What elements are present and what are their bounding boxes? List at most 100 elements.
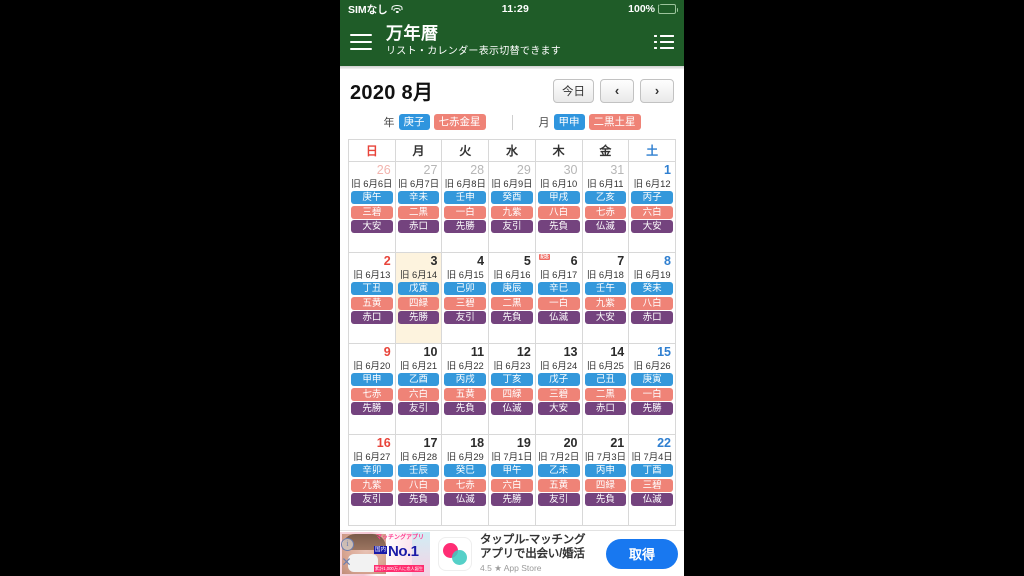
month-kanshi-chip[interactable]: 甲申 [553,114,585,131]
rokuyo-chip[interactable]: 大安 [584,311,627,325]
kanshi-chip[interactable]: 戊寅 [397,282,440,296]
kyusei-chip[interactable]: 六白 [397,387,440,401]
kanshi-chip[interactable]: 甲午 [491,464,533,478]
kanshi-chip[interactable]: 庚午 [351,191,393,205]
list-view-icon[interactable] [654,34,674,50]
kyusei-chip[interactable]: 六白 [631,205,673,219]
rokuyo-chip[interactable]: 仏滅 [631,493,673,507]
calendar-day-cell[interactable]: 19 旧 7月1日 甲午 六白 先勝 [488,434,536,527]
kyusei-chip[interactable]: 八白 [397,478,440,492]
year-kanshi-chip[interactable]: 庚子 [398,114,430,131]
calendar-day-cell[interactable]: 3旧 6月14 戊寅 四緑 先勝 [394,252,443,345]
calendar-day-cell[interactable]: 7旧 6月18 壬午 九紫 大安 [581,252,630,345]
calendar-day-cell[interactable]: 21 旧 7月3日 丙申 四緑 先負 [581,434,630,527]
calendar-day-cell[interactable]: 15 旧 6月26 庚寅 一白 先勝 [628,343,676,436]
rokuyo-chip[interactable]: 赤口 [397,220,440,234]
close-icon[interactable]: ✕ [341,556,352,568]
rokuyo-chip[interactable]: 仏滅 [537,311,580,325]
kanshi-chip[interactable]: 庚寅 [631,373,673,387]
kyusei-chip[interactable]: 二黒 [397,205,440,219]
kyusei-chip[interactable]: 四緑 [491,387,533,401]
calendar-day-cell[interactable]: 31 旧 6月11 乙亥 七赤 仏滅 [581,161,630,254]
calendar-day-cell[interactable]: 13 旧 6月24 戊子 三碧 大安 [534,343,583,436]
kanshi-chip[interactable]: 丙子 [631,191,673,205]
rokuyo-chip[interactable]: 先負 [537,220,580,234]
calendar-day-cell[interactable]: 5旧 6月16 庚辰 二黒 先負 [488,252,536,345]
kyusei-chip[interactable]: 二黒 [491,296,533,310]
kanshi-chip[interactable]: 辛巳 [537,282,580,296]
kyusei-chip[interactable]: 七赤 [351,387,393,401]
kanshi-chip[interactable]: 辛卯 [351,464,393,478]
calendar-day-cell[interactable]: 17 旧 6月28 壬辰 八白 先負 [394,434,443,527]
calendar-day-cell[interactable]: 4旧 6月15 己卯 三碧 友引 [441,252,490,345]
kanshi-chip[interactable]: 己丑 [584,373,627,387]
kyusei-chip[interactable]: 九紫 [491,205,533,219]
kyusei-chip[interactable]: 八白 [631,296,673,310]
rokuyo-chip[interactable]: 友引 [351,493,393,507]
kyusei-chip[interactable]: 一白 [537,296,580,310]
kanshi-chip[interactable]: 乙酉 [397,373,440,387]
calendar-day-cell[interactable]: 30 旧 6月10 甲戌 八白 先負 [534,161,583,254]
kyusei-chip[interactable]: 八白 [537,205,580,219]
ad-cta-button[interactable]: 取得 [606,538,678,569]
kyusei-chip[interactable]: 一白 [444,205,487,219]
rokuyo-chip[interactable]: 友引 [537,493,580,507]
rokuyo-chip[interactable]: 先勝 [444,220,487,234]
kanshi-chip[interactable]: 壬申 [444,191,487,205]
kanshi-chip[interactable]: 癸巳 [444,464,487,478]
calendar-day-cell[interactable]: 28 旧 6月8日 壬申 一白 先勝 [441,161,490,254]
today-button[interactable]: 今日 [553,78,594,103]
rokuyo-chip[interactable]: 大安 [351,220,393,234]
rokuyo-chip[interactable]: 先負 [397,493,440,507]
rokuyo-chip[interactable]: 大安 [537,402,580,416]
kanshi-chip[interactable]: 己卯 [444,282,487,296]
calendar-day-cell[interactable]: 22 旧 7月4日 丁酉 三碧 仏滅 [628,434,676,527]
rokuyo-chip[interactable]: 先勝 [351,402,393,416]
rokuyo-chip[interactable]: 友引 [397,402,440,416]
info-icon[interactable]: i [341,537,354,551]
rokuyo-chip[interactable]: 先負 [491,311,533,325]
kyusei-chip[interactable]: 三碧 [537,387,580,401]
rokuyo-chip[interactable]: 先勝 [397,311,440,325]
kyusei-chip[interactable]: 一白 [631,387,673,401]
kanshi-chip[interactable]: 丁亥 [491,373,533,387]
kyusei-chip[interactable]: 三碧 [351,205,393,219]
rokuyo-chip[interactable]: 赤口 [351,311,393,325]
kanshi-chip[interactable]: 戊子 [537,373,580,387]
rokuyo-chip[interactable]: 仏滅 [491,402,533,416]
kyusei-chip[interactable]: 五黄 [444,387,487,401]
calendar-day-cell[interactable]: 14 旧 6月25 己丑 二黒 赤口 [581,343,630,436]
rokuyo-chip[interactable]: 先負 [584,493,627,507]
kyusei-chip[interactable]: 七赤 [584,205,627,219]
month-kyusei-chip[interactable]: 二黒土星 [588,114,641,131]
rokuyo-chip[interactable]: 赤口 [584,402,627,416]
rokuyo-chip[interactable]: 大安 [631,220,673,234]
calendar-day-cell[interactable]: 20 旧 7月2日 乙未 五黄 友引 [534,434,583,527]
kanshi-chip[interactable]: 癸酉 [491,191,533,205]
rokuyo-chip[interactable]: 友引 [491,220,533,234]
ad-banner[interactable]: マッチングアプリ 国内 No.1 累計1,000万人に恋人誕生 i ✕ タップル… [340,530,684,576]
kyusei-chip[interactable]: 九紫 [584,296,627,310]
kanshi-chip[interactable]: 壬午 [584,282,627,296]
rokuyo-chip[interactable]: 先勝 [631,402,673,416]
kanshi-chip[interactable]: 辛未 [397,191,440,205]
kanshi-chip[interactable]: 壬辰 [397,464,440,478]
calendar-day-cell[interactable]: 26 旧 6月6日 庚午 三碧 大安 [348,161,396,254]
calendar-day-cell[interactable]: 18 旧 6月29 癸巳 七赤 仏滅 [441,434,490,527]
kanshi-chip[interactable]: 甲戌 [537,191,580,205]
calendar-day-cell[interactable]: 8旧 6月19 癸未 八白 赤口 [628,252,676,345]
rokuyo-chip[interactable]: 先勝 [491,493,533,507]
calendar-day-cell[interactable]: 9旧 6月20 甲申 七赤 先勝 [348,343,396,436]
kyusei-chip[interactable]: 二黒 [584,387,627,401]
prev-month-button[interactable]: ‹ [600,78,634,103]
kyusei-chip[interactable]: 三碧 [631,478,673,492]
kanshi-chip[interactable]: 丁酉 [631,464,673,478]
calendar-day-cell[interactable]: 2旧 6月13 丁丑 五黄 赤口 [348,252,396,345]
calendar-day-cell[interactable]: 記念 6 旧 6月17 辛巳 一白 仏滅 [534,252,583,345]
kyusei-chip[interactable]: 九紫 [351,478,393,492]
kanshi-chip[interactable]: 甲申 [351,373,393,387]
calendar-day-cell[interactable]: 11 旧 6月22 丙戌 五黄 先負 [441,343,490,436]
hamburger-menu-icon[interactable] [350,34,372,50]
kyusei-chip[interactable]: 四緑 [584,478,627,492]
kyusei-chip[interactable]: 六白 [491,478,533,492]
